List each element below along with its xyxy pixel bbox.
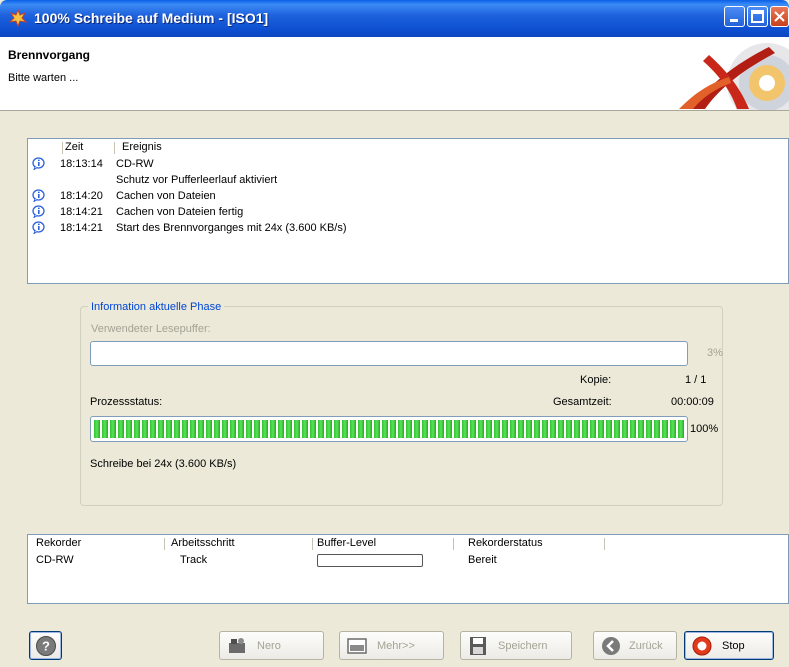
recorder-step: Track <box>180 554 208 566</box>
recorder-status: Bereit <box>468 554 497 566</box>
copy-value: 1 / 1 <box>685 374 707 386</box>
stop-icon <box>692 636 712 656</box>
back-arrow-icon <box>602 637 620 655</box>
minimize-icon <box>730 19 738 22</box>
column-header-recorder-status[interactable]: Rekorderstatus <box>468 535 543 552</box>
info-icon <box>32 205 45 218</box>
process-status-label: Prozessstatus: <box>90 396 163 408</box>
buffer-progress-bar <box>90 341 688 366</box>
help-button[interactable]: ? <box>29 631 62 660</box>
process-progress-fill <box>94 420 684 438</box>
maximize-icon <box>751 10 764 23</box>
page-title: Brennvorgang <box>8 48 91 62</box>
column-header-step[interactable]: Arbeitsschritt <box>171 535 235 552</box>
minimize-button[interactable] <box>724 6 745 27</box>
log-row[interactable]: 18:14:21 Cachen von Dateien fertig <box>28 204 788 220</box>
log-row[interactable]: 18:14:20 Cachen von Dateien <box>28 188 788 204</box>
column-header-time[interactable]: Zeit <box>65 139 83 156</box>
nero-logo-icon <box>679 43 789 110</box>
nero-button[interactable]: Nero <box>219 631 324 660</box>
buffer-percent: 3% <box>707 347 723 359</box>
log-time: 18:14:21 <box>60 206 103 218</box>
nero-button-label: Nero <box>257 640 281 652</box>
column-header-buffer-level[interactable]: Buffer-Level <box>317 535 376 552</box>
wizard-header: Brennvorgang Bitte warten ... <box>0 37 789 111</box>
log-event: CD-RW <box>116 158 154 170</box>
floppy-disk-icon <box>470 637 486 655</box>
recorder-buffer-bar <box>317 554 423 567</box>
log-event: Cachen von Dateien <box>116 190 216 202</box>
save-button[interactable]: Speichern <box>460 631 572 660</box>
phase-groupbox <box>80 306 723 506</box>
total-time-value: 00:00:09 <box>671 396 714 408</box>
help-icon: ? <box>36 636 56 656</box>
window-title: 100% Schreibe auf Medium - [ISO1] <box>34 10 269 26</box>
close-icon <box>774 11 785 22</box>
info-icon <box>32 189 45 202</box>
more-button[interactable]: Mehr>> <box>339 631 444 660</box>
column-header-event[interactable]: Ereignis <box>122 139 162 156</box>
svg-text:?: ? <box>42 639 50 654</box>
log-event: Schutz vor Pufferleerlauf aktiviert <box>116 174 278 186</box>
log-time: 18:14:21 <box>60 222 103 234</box>
save-button-label: Speichern <box>498 640 548 652</box>
column-header-recorder[interactable]: Rekorder <box>36 535 81 552</box>
event-log[interactable]: Zeit Ereignis 18:13:14 CD-RW Schutz vor Pu… <box>27 138 789 284</box>
nero-tool-icon <box>229 638 245 653</box>
back-button[interactable]: Zurück <box>593 631 677 660</box>
buffer-label: Verwendeter Lesepuffer: <box>91 323 211 335</box>
log-event: Cachen von Dateien fertig <box>116 206 244 218</box>
nero-flame-icon <box>9 9 27 27</box>
log-event: Start des Brennvorganges mit 24x (3.600 … <box>116 222 347 234</box>
process-progress-bar <box>90 416 688 442</box>
recorder-table[interactable]: Rekorder Arbeitsschritt Buffer-Level Rek… <box>27 534 789 604</box>
stop-button-label: Stop <box>722 640 745 652</box>
log-row[interactable]: 18:13:14 CD-RW <box>28 156 788 172</box>
phase-legend: Information aktuelle Phase <box>88 301 225 313</box>
title-bar[interactable]: 100% Schreibe auf Medium - [ISO1] <box>0 0 789 37</box>
write-status-text: Schreibe bei 24x (3.600 KB/s) <box>90 458 237 470</box>
log-time: 18:13:14 <box>60 158 103 170</box>
close-button[interactable] <box>770 6 789 27</box>
log-time: 18:14:20 <box>60 190 103 202</box>
more-button-label: Mehr>> <box>377 640 415 652</box>
info-icon <box>32 157 45 170</box>
back-button-label: Zurück <box>629 640 663 652</box>
stop-button[interactable]: Stop <box>684 631 774 660</box>
more-icon <box>347 638 367 654</box>
info-icon <box>32 221 45 234</box>
process-percent: 100% <box>690 423 719 435</box>
recorder-name: CD-RW <box>36 554 74 566</box>
page-subtitle: Bitte warten ... <box>8 72 79 84</box>
table-row[interactable]: CD-RW Track Bereit <box>28 552 788 568</box>
log-row[interactable]: Schutz vor Pufferleerlauf aktiviert <box>28 172 788 188</box>
total-time-label: Gesamtzeit: <box>553 396 612 408</box>
copy-label: Kopie: <box>580 374 612 386</box>
maximize-button[interactable] <box>747 6 768 27</box>
log-row[interactable]: 18:14:21 Start des Brennvorganges mit 24x… <box>28 220 788 236</box>
